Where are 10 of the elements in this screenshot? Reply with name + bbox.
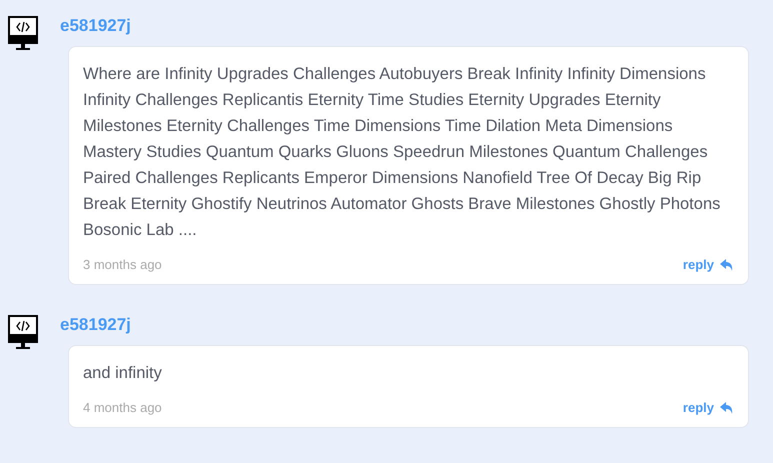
timestamp: 3 months ago [83, 257, 162, 272]
reply-icon [720, 402, 734, 414]
username[interactable]: e581927j [38, 16, 749, 36]
comment-text: Where are Infinity Upgrades Challenges Autobuyers Break Infinity Infinity Dimensions Infinity Challenges Replicantis Eternity Time Studies Eternity Upgrades Eternity Milestones Eternity Challenges Time Dimensions Time Dilation Meta Dimensions Mastery Studies Quantum Quarks Gluons Speedrun Milestones Quantum Challenges Paired Challenges Replicants Emperor Dimensions Nanofield Tree Of Decay Big Rip Break Eternity Ghostify Neutrinos Automator Ghosts Brave Milestones Ghostly Photons Bosonic Lab .... [83, 64, 722, 241]
username[interactable]: e581927j [38, 315, 749, 335]
reply-button[interactable]: reply [682, 400, 734, 415]
reply-icon [720, 258, 734, 270]
reply-button[interactable]: reply [682, 257, 734, 272]
comment-text: and infinity [83, 363, 163, 384]
timestamp: 4 months ago [83, 400, 162, 415]
